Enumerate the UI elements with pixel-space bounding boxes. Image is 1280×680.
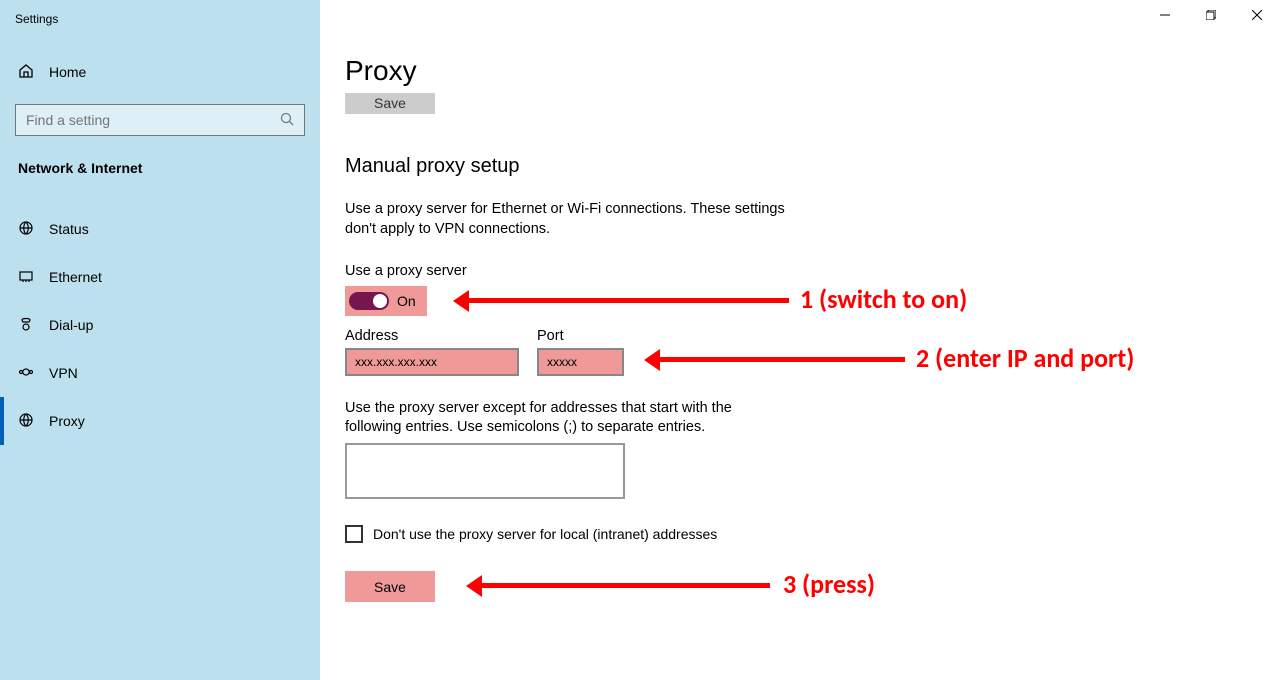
sidebar-nav: Status Ethernet Dial-up VPN Proxy [0,205,320,445]
page-title: Proxy [345,55,417,87]
sidebar-item-status[interactable]: Status [0,205,320,253]
annotation-text-2: 2 (enter IP and port) [916,342,1134,374]
search-icon [270,112,304,129]
window-controls [1142,0,1280,30]
local-checkbox-label: Don't use the proxy server for local (in… [373,526,717,542]
home-nav[interactable]: Home [18,63,86,81]
sidebar-item-label: Status [49,221,89,237]
home-icon [18,63,34,82]
sidebar-item-label: Proxy [49,413,85,429]
toggle-track [349,292,389,310]
use-proxy-toggle[interactable]: On [345,286,427,316]
sidebar-item-ethernet[interactable]: Ethernet [0,253,320,301]
sidebar-item-dialup[interactable]: Dial-up [0,301,320,349]
home-label: Home [49,64,86,80]
toggle-state-label: On [397,293,416,309]
proxy-icon [18,412,34,431]
address-label: Address [345,328,398,344]
sidebar-item-label: Dial-up [49,317,93,333]
sidebar-item-label: VPN [49,365,78,381]
use-proxy-label: Use a proxy server [345,263,467,279]
sidebar-item-label: Ethernet [49,269,102,285]
save-button[interactable]: Save [345,571,435,602]
annotation-text-3: 3 (press) [783,568,875,600]
section-heading: Manual proxy setup [345,155,520,178]
address-input[interactable] [345,348,519,376]
vpn-icon [18,364,34,383]
annotation-arrow-2 [660,357,905,362]
dialup-icon [18,316,34,335]
search-input[interactable] [16,112,270,128]
local-checkbox-row: Don't use the proxy server for local (in… [345,525,717,543]
search-box[interactable] [15,104,305,136]
local-checkbox[interactable] [345,525,363,543]
status-icon [18,220,34,239]
close-button[interactable] [1234,0,1280,30]
annotation-arrow-3 [482,583,770,588]
sidebar: Settings Home Network & Internet Status … [0,0,320,680]
sidebar-item-proxy[interactable]: Proxy [0,397,320,445]
port-input[interactable] [537,348,624,376]
port-label: Port [537,328,564,344]
window-title: Settings [15,12,58,26]
annotation-text-1: 1 (switch to on) [800,283,967,315]
ethernet-icon [18,268,34,287]
ghost-save-button[interactable]: Save [345,93,435,114]
settings-category: Network & Internet [18,160,142,176]
minimize-button[interactable] [1142,0,1188,30]
sidebar-item-vpn[interactable]: VPN [0,349,320,397]
toggle-knob [373,294,387,308]
maximize-button[interactable] [1188,0,1234,30]
annotation-arrow-1 [469,298,789,303]
exceptions-desc: Use the proxy server except for addresse… [345,399,785,437]
exceptions-input[interactable] [345,443,625,499]
section-desc: Use a proxy server for Ethernet or Wi-Fi… [345,200,785,239]
